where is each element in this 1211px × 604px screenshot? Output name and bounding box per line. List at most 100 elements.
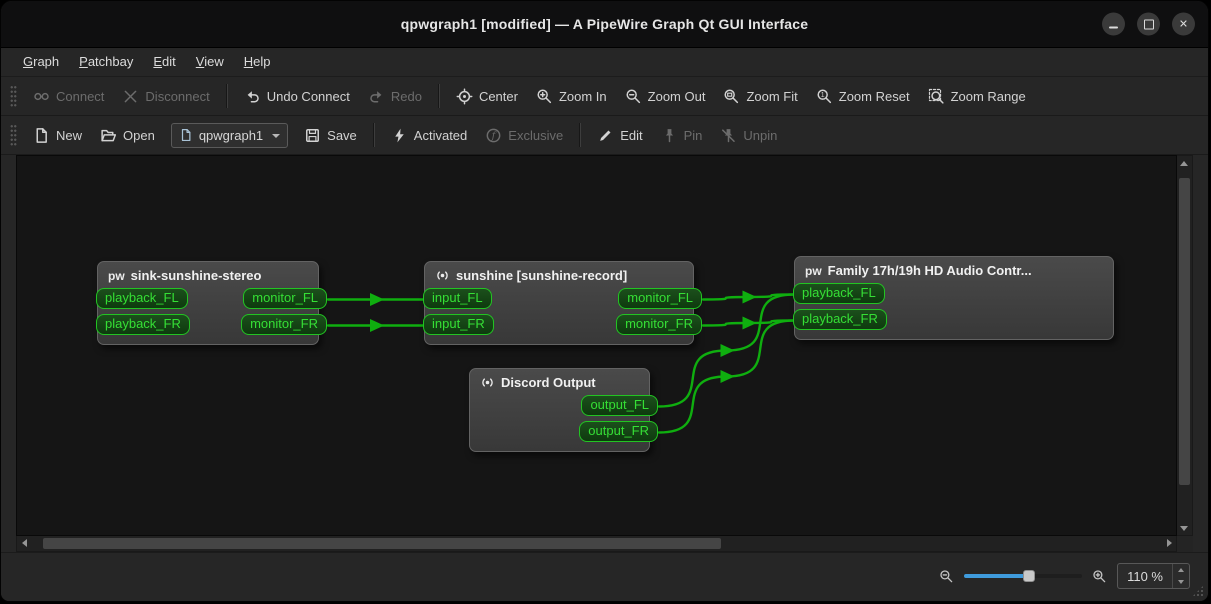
horizontal-scrollbar[interactable]	[16, 536, 1177, 552]
zoom-out-button[interactable]: Zoom Out	[616, 82, 715, 111]
node-title[interactable]: pw sink-sunshine-stereo	[98, 262, 318, 285]
port[interactable]: input_FL	[423, 288, 492, 309]
port[interactable]: monitor_FR	[616, 314, 702, 335]
port[interactable]: playback_FR	[96, 314, 190, 335]
node-title[interactable]: pw Family 17h/19h HD Audio Contr...	[795, 257, 1113, 280]
menu-view[interactable]: View	[186, 49, 234, 75]
svg-text:1: 1	[821, 92, 825, 99]
exclusive-button[interactable]: f Exclusive	[476, 121, 572, 150]
vertical-scrollbar[interactable]	[1177, 155, 1193, 536]
horizontal-scrollbar-thumb[interactable]	[43, 538, 720, 549]
zoom-reset-button[interactable]: 1 Zoom Reset	[807, 82, 919, 111]
main-area: pw sink-sunshine-stereo playback_FL play…	[1, 155, 1208, 552]
zoom-fit-icon	[723, 88, 740, 105]
zoom-fit-button[interactable]: Zoom Fit	[714, 82, 806, 111]
zoom-slider[interactable]	[964, 567, 1082, 585]
maximize-button[interactable]	[1137, 13, 1160, 36]
menu-graph[interactable]: Graph	[13, 49, 69, 75]
minimize-button[interactable]	[1102, 13, 1125, 36]
graph-canvas[interactable]: pw sink-sunshine-stereo playback_FL play…	[16, 155, 1177, 536]
port[interactable]: monitor_FL	[243, 288, 327, 309]
pipewire-icon: pw	[805, 265, 822, 277]
zoom-spinbox[interactable]: 110 %	[1117, 563, 1190, 589]
lightning-icon	[391, 127, 408, 144]
menu-help[interactable]: Help	[234, 49, 281, 75]
zoom-in-magnifier-icon	[1092, 569, 1107, 584]
connect-icon	[33, 88, 50, 105]
resize-grip[interactable]	[1192, 585, 1204, 597]
node-sink-sunshine-stereo[interactable]: pw sink-sunshine-stereo playback_FL play…	[97, 261, 319, 345]
window-controls: ✕	[1102, 13, 1195, 36]
redo-icon	[368, 88, 385, 105]
toolbar-separator	[438, 84, 440, 108]
toolbar-grip[interactable]	[10, 123, 17, 147]
node-title[interactable]: Discord Output	[470, 369, 649, 392]
titlebar[interactable]: qpwgraph1 [modified] — A PipeWire Graph …	[1, 1, 1208, 48]
speaker-icon	[435, 268, 450, 283]
edit-button[interactable]: Edit	[588, 121, 651, 150]
zoom-out-magnifier-icon	[939, 569, 954, 584]
zoom-in-button[interactable]: Zoom In	[527, 82, 616, 111]
toolbar-separator	[579, 123, 581, 147]
toolbar-separator	[373, 123, 375, 147]
menubar: Graph Patchbay Edit View Help	[1, 48, 1208, 77]
unpin-button[interactable]: Unpin	[711, 121, 786, 150]
file-icon	[179, 128, 193, 142]
zoom-range-button[interactable]: Zoom Range	[919, 82, 1035, 111]
menu-patchbay[interactable]: Patchbay	[69, 49, 143, 75]
open-button[interactable]: Open	[91, 121, 164, 150]
port[interactable]: playback_FL	[96, 288, 188, 309]
pipewire-icon: pw	[108, 270, 125, 282]
undo-icon	[244, 88, 261, 105]
close-icon: ✕	[1179, 18, 1188, 31]
exclusive-icon: f	[485, 127, 502, 144]
pin-icon	[661, 127, 678, 144]
port[interactable]: output_FL	[581, 395, 658, 416]
vertical-scrollbar-thumb[interactable]	[1179, 178, 1190, 485]
graph-toolbar: Connect Disconnect Undo Connect Redo Cen…	[1, 77, 1208, 116]
speaker-icon	[480, 375, 495, 390]
pin-button[interactable]: Pin	[652, 121, 712, 150]
new-button[interactable]: New	[24, 121, 91, 150]
patchbay-selector-value: qpwgraph1	[199, 128, 263, 143]
zoom-value[interactable]: 110 %	[1118, 564, 1172, 588]
node-sunshine[interactable]: sunshine [sunshine-record] input_FL inpu…	[424, 261, 694, 345]
node-family-hd-audio[interactable]: pw Family 17h/19h HD Audio Contr... play…	[794, 256, 1114, 340]
scroll-left-arrow[interactable]	[17, 536, 31, 550]
port[interactable]: playback_FR	[793, 309, 887, 330]
zoom-range-icon	[928, 88, 945, 105]
redo-button[interactable]: Redo	[359, 82, 431, 111]
toolbar-grip[interactable]	[10, 84, 17, 108]
patchbay-selector[interactable]: qpwgraph1	[171, 123, 288, 148]
activated-button[interactable]: Activated	[382, 121, 476, 150]
connection-lines[interactable]	[17, 156, 1176, 535]
disconnect-button[interactable]: Disconnect	[113, 82, 218, 111]
port[interactable]: monitor_FL	[618, 288, 702, 309]
scroll-up-arrow[interactable]	[1177, 156, 1191, 170]
patchbay-toolbar: New Open qpwgraph1 Save Activated f Excl…	[1, 116, 1208, 155]
app-window: qpwgraph1 [modified] — A PipeWire Graph …	[0, 0, 1209, 602]
port[interactable]: monitor_FR	[241, 314, 327, 335]
zoom-reset-icon: 1	[816, 88, 833, 105]
undo-connect-button[interactable]: Undo Connect	[235, 82, 359, 111]
close-button[interactable]: ✕	[1172, 13, 1195, 36]
scroll-down-arrow[interactable]	[1177, 521, 1191, 535]
port[interactable]: playback_FL	[793, 283, 885, 304]
save-button[interactable]: Save	[295, 121, 366, 150]
scroll-right-arrow[interactable]	[1162, 536, 1176, 550]
save-icon	[304, 127, 321, 144]
spin-up-button[interactable]	[1173, 564, 1189, 576]
zoom-slider-handle[interactable]	[1023, 570, 1035, 582]
dropdown-arrow-icon	[272, 134, 280, 142]
port[interactable]: output_FR	[579, 421, 658, 442]
menu-edit[interactable]: Edit	[143, 49, 185, 75]
node-discord-output[interactable]: Discord Output output_FL output_FR	[469, 368, 650, 452]
connect-button[interactable]: Connect	[24, 82, 113, 111]
port[interactable]: input_FR	[423, 314, 494, 335]
zoom-out-icon	[625, 88, 642, 105]
minimize-icon	[1109, 26, 1118, 28]
spin-down-button[interactable]	[1173, 576, 1189, 588]
window-title: qpwgraph1 [modified] — A PipeWire Graph …	[401, 16, 809, 32]
node-title[interactable]: sunshine [sunshine-record]	[425, 262, 693, 285]
center-button[interactable]: Center	[447, 82, 527, 111]
